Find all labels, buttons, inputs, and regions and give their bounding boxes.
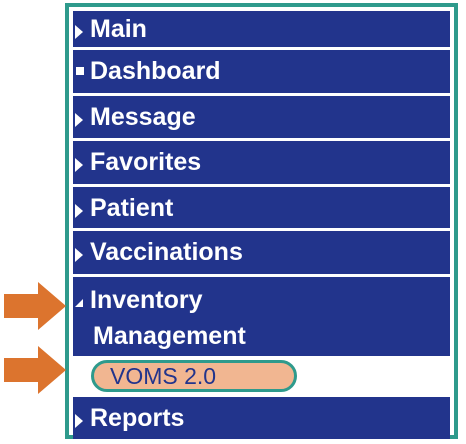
arrow-right-icon (73, 194, 87, 222)
arrow-right-icon (73, 404, 87, 432)
arrow-right-icon (73, 148, 87, 176)
menu-item-patient[interactable]: Patient (73, 187, 450, 228)
menu-item-main[interactable]: Main (73, 11, 450, 47)
menu-item-label: Vaccinations (90, 238, 243, 266)
menu-highlight-frame: Main Dashboard Message Favorites Patient… (65, 3, 458, 439)
arrow-down-left-icon (73, 286, 87, 314)
arrow-right-icon (73, 103, 87, 131)
square-icon (73, 57, 87, 85)
menu-item-message[interactable]: Message (73, 96, 450, 138)
menu-item-label: Dashboard (90, 57, 221, 85)
menu-item-vaccinations[interactable]: Vaccinations (73, 231, 450, 274)
menu-item-dashboard[interactable]: Dashboard (73, 50, 450, 93)
menu-item-label: Main (90, 15, 147, 43)
menu-item-reports[interactable]: Reports (73, 397, 450, 439)
menu-item-label: Reports (90, 404, 185, 432)
orange-arrow-icon (4, 282, 66, 330)
menu-item-label: Favorites (90, 148, 202, 176)
menu-item-label: Patient (90, 194, 174, 222)
orange-arrow-icon (4, 346, 66, 394)
menu-item-favorites[interactable]: Favorites (73, 141, 450, 184)
submenu-item-label: VOMS 2.0 (110, 362, 217, 389)
menu-item-label: Management (93, 322, 246, 350)
menu-item-label: Message (90, 103, 196, 131)
arrow-right-icon (73, 238, 87, 266)
arrow-right-icon (73, 15, 87, 43)
menu-item-label: Inventory (90, 286, 203, 314)
menu-item-inventory-management[interactable]: Inventory Management (73, 277, 450, 356)
menu-item-indent (73, 322, 93, 350)
submenu-item-voms: VOMS 2.0 (73, 356, 450, 397)
page: Main Dashboard Message Favorites Patient… (0, 0, 466, 444)
voms-link[interactable]: VOMS 2.0 (91, 360, 297, 392)
